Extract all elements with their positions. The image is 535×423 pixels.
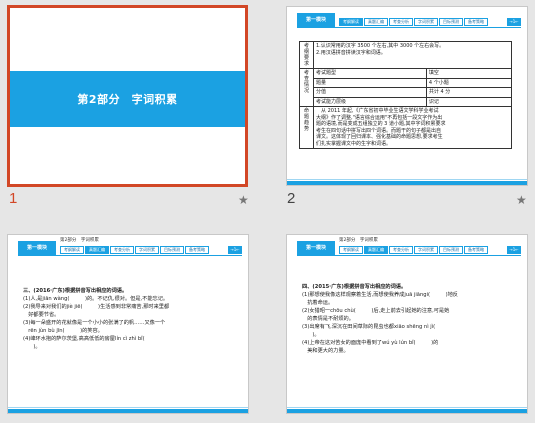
slide-1-title: 第2部分 字词积累 [77, 93, 178, 106]
question-line: (4)上帝在这对苦女的面庞中看到了wú yù lún bǐ( )的 [302, 340, 439, 346]
header-divider [297, 255, 521, 256]
section-tabs: 考纲解读 真题汇编 考查分析 字词积累 目标预测 备考策略 [339, 246, 488, 254]
question-body: 四、(2015·广东)根据拼音写出相应的词语。 (1)那想使我像这样观察着生活,… [302, 283, 515, 355]
slide-header: 第一模块 考纲解读 真题汇编 考查分析 字词积累 目标预测 备考策略 →1← [287, 7, 527, 29]
tab-6: 备考策略 [464, 18, 488, 26]
req-label: 考纲要求 [299, 41, 314, 69]
tab-1: 考纲解读 [339, 246, 363, 254]
question-line: 的表情是不耐烦的。 [302, 316, 354, 322]
slide-thumbnail-2[interactable]: 第一模块 考纲解读 真题汇编 考查分析 字词积累 目标预测 备考策略 →1← 考… [286, 6, 528, 186]
table-cell: 填空 [425, 68, 513, 79]
question-line: (3)每一朵盛开的花就像是一个小小的张满了的帆……又像一个 [23, 320, 166, 326]
footer-bar [287, 181, 527, 185]
table-cell: 考试能力层级 [313, 96, 427, 107]
tab-3: 考查分析 [389, 246, 413, 254]
tab-5: 目标预测 [439, 246, 463, 254]
footer-bar [8, 409, 248, 413]
question-line: (1)人,是jiān wàng( )的。不记仇,很对。但是,不能忘记。 [23, 296, 169, 302]
page-nav-button: →1← [507, 246, 521, 254]
slide-header: 第一模块 第2部分 字词积累 考纲解读 真题汇编 考查分析 字词积累 目标预测 … [287, 235, 527, 257]
table-cell: 共计 4 分 [425, 87, 513, 98]
tab-3: 考查分析 [389, 18, 413, 26]
tab-5: 目标预测 [439, 18, 463, 26]
question-line: (2)我导来对我们的jiè jiē( )生活感到非常痛苦,那时来里都 [23, 304, 170, 310]
table-cell: 分值 [313, 87, 427, 98]
question-body: 三、(2016·广东)根据拼音写出相应的词语。 (1)人,是jiān wàng(… [23, 287, 236, 351]
slide-thumbnail-4[interactable]: 第一模块 第2部分 字词积累 考纲解读 真题汇编 考查分析 字词积累 目标预测 … [286, 234, 528, 414]
trend-cell: 从 2011 年起,《广东省初中毕业生语文学科学业考试 大纲》作了调整,"语言综… [313, 106, 512, 149]
tab-5: 目标预测 [160, 246, 184, 254]
req-cell: 1.认识常用的汉字 3500 个左右,其中 3000 个左右会写。 2.用汉语拼… [313, 41, 512, 69]
exam-label: 考查情况 [299, 68, 314, 107]
tab-4: 字词积累 [414, 18, 438, 26]
trend-label: 命题趋势 [299, 106, 314, 149]
breadcrumb: 第2部分 字词积累 [339, 238, 378, 243]
table-cell: 4 个小题 [425, 77, 513, 88]
module-logo: 第一模块 [18, 241, 56, 255]
table-cell: 题量 [313, 77, 427, 88]
slide-thumbnail-1[interactable]: 第2部分 字词积累 [7, 5, 248, 187]
title-banner: 第2部分 字词积累 [10, 71, 245, 127]
slide-number-2: 2 [287, 190, 296, 207]
module-logo: 第一模块 [297, 13, 335, 27]
question-line: rēn jùn bù jīn( )的笑容。 [23, 328, 103, 334]
question-line: )。 [302, 332, 320, 338]
table-cell: 识记 [425, 96, 513, 107]
tab-1: 考纲解读 [339, 18, 363, 26]
footer-line [8, 407, 248, 408]
page-nav-button: →1← [507, 18, 521, 26]
tab-2: 真题汇编 [364, 18, 388, 26]
question-line: 美和更大的力量。 [302, 348, 349, 354]
question-title: 四、(2015·广东)根据拼音写出相应的词语。 [302, 284, 407, 290]
tab-4: 字词积累 [135, 246, 159, 254]
trend-line: 们扎实掌握课文中的生字和词语。 [316, 140, 392, 147]
question-line: (3)出席有飞,深沉在田间草际的昆虫也都xiāo shēng nì jì( [302, 324, 436, 330]
question-line: (1)那想使我像这样观察着生活,而想使我养成juā jiāngi( )地反 [302, 292, 458, 298]
question-title: 三、(2016·广东)根据拼音写出相应的词语。 [23, 288, 128, 294]
header-divider [18, 255, 242, 256]
section-tabs: 考纲解读 真题汇编 考查分析 字词积累 目标预测 备考策略 [60, 246, 209, 254]
section-tabs: 考纲解读 真题汇编 考查分析 字词积累 目标预测 备考策略 [339, 18, 488, 26]
slide-header: 第一模块 第2部分 字词积累 考纲解读 真题汇编 考查分析 字词积累 目标预测 … [8, 235, 248, 257]
question-line: )。 [23, 344, 41, 350]
table-cell: 考试题型 [313, 68, 427, 79]
tab-4: 字词积累 [414, 246, 438, 254]
tab-2: 真题汇编 [364, 246, 388, 254]
module-logo: 第一模块 [297, 241, 335, 255]
footer-line [287, 179, 527, 180]
footer-line [287, 407, 527, 408]
question-line: (4)峰环水抱的萨尔茨堡,高高低低的房屋lín cì zhì bǐ( [23, 336, 145, 342]
tab-6: 备考策略 [185, 246, 209, 254]
tab-2: 真题汇编 [85, 246, 109, 254]
tab-6: 备考策略 [464, 246, 488, 254]
star-icon[interactable]: ★ [516, 193, 527, 207]
page-nav-button: →1← [228, 246, 242, 254]
breadcrumb: 第2部分 字词积累 [60, 238, 99, 243]
tab-3: 考查分析 [110, 246, 134, 254]
question-line: (2)女猎昭一chōu chù( )后,走上前去引起她的注意,可是她 [302, 308, 450, 314]
slide-thumbnail-3[interactable]: 第一模块 第2部分 字词积累 考纲解读 真题汇编 考查分析 字词积累 目标预测 … [7, 234, 249, 414]
question-line: 抗着命运。 [302, 300, 334, 306]
header-divider [297, 27, 521, 28]
req-line: 2.用汉语拼音拼读汉字和词语。 [316, 49, 386, 56]
question-line: 好都要节省。 [23, 312, 60, 318]
tab-1: 考纲解读 [60, 246, 84, 254]
star-icon[interactable]: ★ [238, 193, 249, 207]
slide-number-1: 1 [9, 190, 18, 207]
footer-bar [287, 409, 527, 413]
exam-info-table: 考纲要求 1.认识常用的汉字 3500 个左右,其中 3000 个左右会写。 2… [299, 41, 513, 149]
